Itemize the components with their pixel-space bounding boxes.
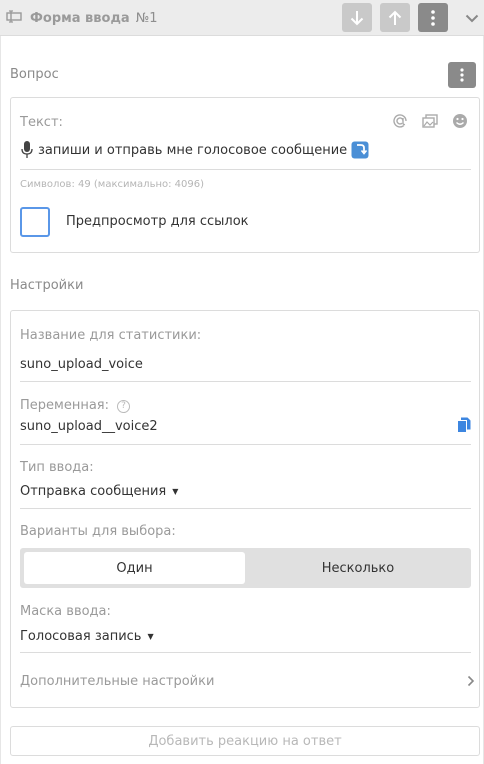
caret-down-icon: ▼ xyxy=(147,632,154,641)
text-label: Текст: xyxy=(20,115,63,130)
input-form-icon xyxy=(6,9,24,27)
link-preview-checkbox[interactable] xyxy=(20,207,50,237)
widget-header: Форма ввода №1 xyxy=(0,0,484,36)
text-toolbar xyxy=(389,112,471,130)
copy-icon xyxy=(457,417,471,433)
question-card: Текст: запиши и отправь мне голосовое со… xyxy=(10,97,480,253)
question-section-title: Вопрос xyxy=(10,67,59,82)
mask-select[interactable]: Голосовая запись ▼ xyxy=(20,629,154,644)
microphone-icon xyxy=(21,141,33,158)
stats-name-label: Название для статистики: xyxy=(20,328,202,343)
arrow-curve-emoji-icon xyxy=(351,141,369,159)
header-title-group: Форма ввода №1 xyxy=(6,9,158,27)
block-menu-button[interactable] xyxy=(418,3,448,32)
mask-underline xyxy=(20,652,471,653)
mask-label: Маска ввода: xyxy=(20,604,111,619)
kebab-menu-icon xyxy=(431,9,435,26)
help-icon[interactable]: ? xyxy=(117,399,130,413)
smiley-icon xyxy=(453,114,467,128)
mask-value: Голосовая запись xyxy=(20,629,142,644)
input-type-underline xyxy=(20,508,471,509)
move-up-button[interactable] xyxy=(380,3,410,32)
character-counter: Символов: 49 (максимально: 4096) xyxy=(20,179,205,190)
text-underline xyxy=(20,169,471,170)
add-reaction-button[interactable]: Добавить реакцию на ответ xyxy=(10,726,480,756)
arrow-down-icon xyxy=(350,10,364,25)
insert-media-button[interactable] xyxy=(419,112,441,130)
chevron-down-icon xyxy=(465,14,479,22)
choice-option-multiple[interactable]: Несколько xyxy=(249,552,467,584)
message-text-value: запиши и отправь мне голосовое сообщение xyxy=(38,142,348,158)
choice-segmented-control: Один Несколько xyxy=(20,548,471,588)
copy-variable-button[interactable] xyxy=(457,417,471,437)
settings-card: Название для статистики: suno_upload_voi… xyxy=(10,310,480,708)
link-preview-label[interactable]: Предпросмотр для ссылок xyxy=(66,214,249,229)
arrow-up-icon xyxy=(388,10,402,25)
choice-label: Варианты для выбора: xyxy=(20,524,176,539)
collapse-button[interactable] xyxy=(462,8,482,28)
input-type-value: Отправка сообщения xyxy=(20,484,167,499)
stats-name-underline xyxy=(20,381,471,382)
insert-variable-button[interactable] xyxy=(389,112,411,130)
move-down-button[interactable] xyxy=(342,3,372,32)
insert-emoji-button[interactable] xyxy=(449,112,471,130)
chevron-right-icon xyxy=(467,675,475,687)
message-text[interactable]: запиши и отправь мне голосовое сообщение xyxy=(20,140,369,160)
advanced-settings-label: Дополнительные настройки xyxy=(20,674,215,689)
caret-down-icon: ▼ xyxy=(172,487,179,496)
image-icon xyxy=(422,114,438,128)
input-type-select[interactable]: Отправка сообщения ▼ xyxy=(20,484,178,499)
kebab-menu-icon xyxy=(460,68,464,82)
advanced-settings-row[interactable]: Дополнительные настройки xyxy=(11,667,481,697)
choice-option-single[interactable]: Один xyxy=(24,552,245,584)
header-title: Форма ввода xyxy=(30,10,130,26)
header-number: №1 xyxy=(135,10,158,26)
at-sign-icon xyxy=(393,114,407,128)
form-panel: Вопрос Текст: запиши и отправь мне голос… xyxy=(0,36,484,764)
variable-input[interactable]: suno_upload__voice2 xyxy=(20,419,158,434)
input-type-label: Тип ввода: xyxy=(20,460,94,475)
variable-label-row: Переменная:? xyxy=(20,398,130,413)
stats-name-input[interactable]: suno_upload_voice xyxy=(20,357,143,372)
settings-section-title: Настройки xyxy=(10,278,84,293)
question-menu-button[interactable] xyxy=(448,62,476,88)
variable-label: Переменная: xyxy=(20,398,109,413)
variable-underline xyxy=(20,444,471,445)
